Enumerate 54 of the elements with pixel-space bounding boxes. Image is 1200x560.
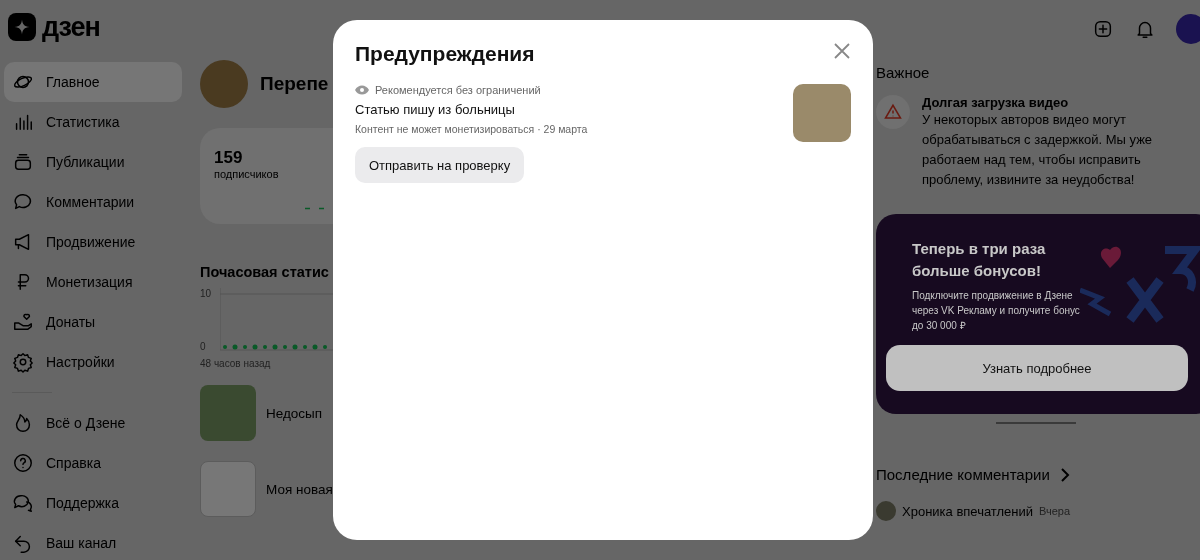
sidebar-item[interactable]: Комментарии — [4, 182, 182, 222]
channel-name: Перепе — [260, 73, 329, 95]
eye-icon — [355, 85, 369, 95]
section-title: Почасовая статис — [200, 264, 329, 280]
publication-thumbnail — [200, 461, 256, 517]
axis-label: 48 часов назад — [200, 358, 271, 369]
publication-thumbnail — [200, 385, 256, 441]
alert-text: У некоторых авторов видео могут обрабатываться с задержкой. Мы уже работаем над тем, чтобы исправить проблему, извините за неудобства! — [922, 111, 1154, 189]
logo-text[interactable]: дзен — [42, 11, 100, 43]
alert-title: Долгая загрузка видео — [922, 95, 1070, 110]
commenter-avatar — [876, 501, 896, 521]
stack-icon — [12, 151, 34, 173]
user-avatar[interactable] — [1176, 14, 1200, 44]
sparkline-drawing — [305, 207, 327, 210]
axis-label: 0 — [200, 341, 207, 352]
comment-author[interactable]: Хроника впечатлений — [902, 503, 1034, 519]
article-meta: Контент не может монетизироваться · 29 марта — [355, 123, 588, 135]
channel-avatar — [200, 60, 248, 108]
promo-text: Подключите продвижение в Дзене через VK Рекламу и получите бонус до 30 000 ₽ — [912, 289, 1081, 333]
sidebar-item[interactable]: Продвижение — [4, 222, 182, 262]
dialog-title: Предупреждения — [355, 42, 535, 66]
close-icon[interactable] — [833, 42, 851, 60]
help-icon — [12, 452, 34, 474]
sidebar-link[interactable]: Справка — [4, 443, 182, 483]
send-for-review-button[interactable]: Отправить на проверку — [355, 147, 525, 183]
publication-title[interactable]: Недосып — [266, 405, 323, 421]
sidebar-link[interactable]: Всё о Дзене — [4, 403, 182, 443]
sidebar-item[interactable]: Статистика — [4, 102, 182, 142]
subscriber-count: 159 — [214, 148, 243, 168]
sidebar-link[interactable]: Поддержка — [4, 483, 182, 523]
learn-more-button[interactable]: Узнать подробнее — [886, 345, 1188, 391]
settings-icon — [12, 351, 34, 373]
add-icon[interactable] — [1092, 18, 1114, 40]
section-title[interactable]: Последние комментарии — [876, 466, 1050, 483]
chat-bubbles-icon — [12, 492, 34, 514]
promo-title: Теперь в три раза больше бонусов! — [912, 239, 1047, 281]
logo-icon — [8, 13, 36, 41]
axis-label: 10 — [200, 288, 213, 299]
article-title[interactable]: Статью пишу из больницы — [355, 102, 515, 117]
sidebar-link[interactable]: Ваш канал — [4, 523, 182, 560]
sidebar-item[interactable]: Монетизация — [4, 262, 182, 302]
comment-time: Вчера — [1039, 505, 1071, 517]
subscriber-label: подписчиков — [214, 168, 279, 180]
sidebar-item[interactable]: Главное — [4, 62, 182, 102]
hand-heart-icon — [12, 311, 34, 333]
chevron-right-icon[interactable] — [1059, 467, 1070, 482]
sidebar-item[interactable]: Донаты — [4, 302, 182, 342]
photo-placeholder — [793, 84, 851, 142]
status-text: Рекомендуется без ограничений — [375, 84, 541, 96]
section-title: Важное — [876, 64, 930, 81]
publication-title[interactable]: Моя новая — [266, 481, 333, 497]
sidebar-item[interactable]: Публикации — [4, 142, 182, 182]
sidebar-item[interactable]: Настройки — [4, 342, 182, 382]
warning-icon — [876, 95, 910, 129]
